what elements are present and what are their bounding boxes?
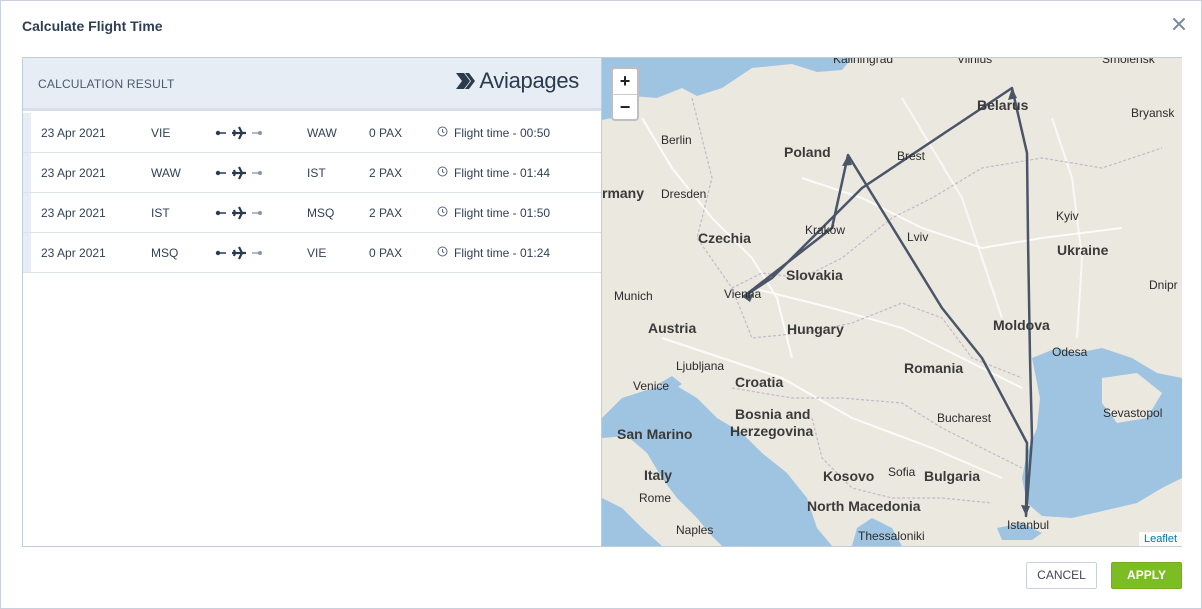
brand-name: Aviapages xyxy=(479,68,579,93)
leg-origin: WAW xyxy=(151,166,181,180)
leg-date: 23 Apr 2021 xyxy=(41,246,106,260)
zoom-out-button[interactable]: − xyxy=(613,94,637,119)
leaflet-attribution-link[interactable]: Leaflet xyxy=(1138,532,1182,546)
leg-flight-time: Flight time - 01:50 xyxy=(454,206,551,220)
leg-date: 23 Apr 2021 xyxy=(41,166,106,180)
clock-icon xyxy=(437,246,448,257)
map-label-country: Czechia xyxy=(698,230,751,246)
flight-legs-list: 23 Apr 2021 VIE WAW 0 PAX Flight time - … xyxy=(23,113,601,273)
map-label-city: Sevastopol xyxy=(1103,406,1163,420)
map-label-country: Romania xyxy=(904,360,964,376)
map-label-city: Venice xyxy=(633,379,670,393)
leg-origin: MSQ xyxy=(151,246,179,260)
map-label-city: Kyiv xyxy=(1056,209,1079,223)
plane-route-icon xyxy=(215,246,262,260)
map-label-country: North Macedonia xyxy=(807,498,921,514)
map-label-country: Ukraine xyxy=(1057,242,1109,258)
cancel-button[interactable]: CANCEL xyxy=(1026,562,1097,589)
leg-destination: MSQ xyxy=(307,206,335,220)
flight-leg-row[interactable]: 23 Apr 2021 IST MSQ 2 PAX Flight time - … xyxy=(23,193,601,233)
calculation-panel: CALCULATION RESULT Aviapages 23 Apr 2021… xyxy=(23,58,602,546)
map-label-country: Bosnia and xyxy=(735,406,811,422)
flight-leg-row[interactable]: 23 Apr 2021 MSQ VIE 0 PAX Flight time - … xyxy=(23,233,601,273)
result-header: CALCULATION RESULT Aviapages xyxy=(23,58,601,111)
leg-flight-time: Flight time - 00:50 xyxy=(454,126,551,140)
apply-button[interactable]: APPLY xyxy=(1111,562,1182,589)
map-label-city: Naples xyxy=(676,523,714,537)
close-icon[interactable] xyxy=(1171,16,1187,32)
map-label-city: Rome xyxy=(639,491,672,505)
map-label-city: Lviv xyxy=(907,230,929,244)
map-label-country: Hungary xyxy=(787,321,844,337)
flight-leg-row[interactable]: 23 Apr 2021 VIE WAW 0 PAX Flight time - … xyxy=(23,113,601,153)
map-label-country: Croatia xyxy=(735,374,784,390)
map-label-city: Smolensk xyxy=(1102,58,1155,66)
map-label-city: Dresden xyxy=(661,187,707,201)
leg-pax: 0 PAX xyxy=(369,246,403,260)
dialog-content: CALCULATION RESULT Aviapages 23 Apr 2021… xyxy=(22,57,1182,547)
map-label-country: Bulgaria xyxy=(924,468,981,484)
leg-destination: WAW xyxy=(307,126,337,140)
leg-flight-time: Flight time - 01:24 xyxy=(454,246,551,260)
plane-route-icon xyxy=(215,126,262,140)
map-label-city: Thessaloniki xyxy=(858,529,925,543)
map-label-city: Munich xyxy=(614,289,653,303)
leg-pax: 2 PAX xyxy=(369,166,403,180)
route-map[interactable]: Kaliningrad Vilnius Smolensk Belarus Bry… xyxy=(602,58,1182,546)
map-label-country: San Marino xyxy=(617,426,693,442)
result-title: CALCULATION RESULT xyxy=(38,77,175,91)
map-label-city: Ljubljana xyxy=(676,359,725,373)
zoom-control: + − xyxy=(611,67,639,121)
map-label-country: Poland xyxy=(784,144,831,160)
map-label-country: Slovakia xyxy=(786,267,843,283)
map-label-city: Kraków xyxy=(805,223,846,237)
leg-date: 23 Apr 2021 xyxy=(41,206,106,220)
clock-icon xyxy=(437,166,448,177)
leg-destination: VIE xyxy=(307,246,327,260)
leg-pax: 2 PAX xyxy=(369,206,403,220)
map-label-city: Kaliningrad xyxy=(833,58,894,66)
leg-origin: VIE xyxy=(151,126,171,140)
map-label-city: Vienna xyxy=(724,287,762,301)
zoom-in-button[interactable]: + xyxy=(613,69,637,94)
flight-leg-row[interactable]: 23 Apr 2021 WAW IST 2 PAX Flight time - … xyxy=(23,153,601,193)
leg-flight-time: Flight time - 01:44 xyxy=(454,166,551,180)
map-label-city: Istanbul xyxy=(1007,518,1050,532)
map-label-country: Herzegovina xyxy=(730,423,814,439)
map-label-city: Brest xyxy=(897,149,926,163)
clock-icon xyxy=(437,206,448,217)
dialog-title: Calculate Flight Time xyxy=(22,18,163,34)
map-label-country: Italy xyxy=(644,467,673,483)
aviapages-logo: Aviapages xyxy=(455,68,579,94)
plane-route-icon xyxy=(215,206,262,220)
map-label-city: Berlin xyxy=(661,133,692,147)
map-label-country: Moldova xyxy=(993,317,1050,333)
plane-route-icon xyxy=(215,166,262,180)
map-label-city: Bryansk xyxy=(1131,106,1175,120)
calculate-flight-time-dialog: Calculate Flight Time CALCULATION RESULT… xyxy=(0,0,1202,609)
clock-icon xyxy=(437,126,448,137)
map-label-city: Sofia xyxy=(888,465,916,479)
leg-pax: 0 PAX xyxy=(369,126,403,140)
map-label-country: Austria xyxy=(648,320,697,336)
map-label-city: Bucharest xyxy=(937,411,992,425)
map-label-country: Belarus xyxy=(977,97,1029,113)
map-label-country: rmany xyxy=(602,185,645,201)
aviapages-logo-icon xyxy=(456,73,476,89)
leg-destination: IST xyxy=(307,166,326,180)
map-label-city: Dnipr xyxy=(1149,278,1178,292)
map-label-city: Vilnius xyxy=(957,58,993,66)
leg-origin: IST xyxy=(151,206,170,220)
map-label-city: Odesa xyxy=(1052,345,1088,359)
map-label-country: Kosovo xyxy=(823,468,875,484)
leg-date: 23 Apr 2021 xyxy=(41,126,106,140)
